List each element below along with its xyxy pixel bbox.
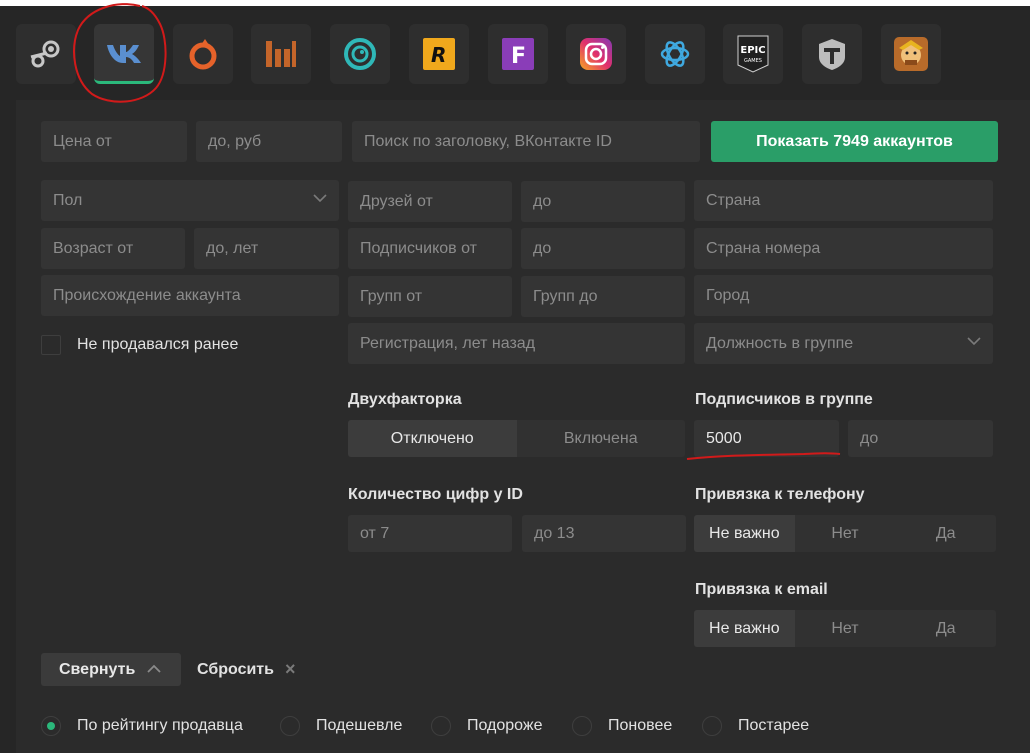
steam-icon	[29, 37, 63, 71]
age-to-input[interactable]: до, лет	[194, 228, 339, 269]
tab-instagram[interactable]	[566, 24, 626, 84]
two-factor-toggle: Отключено Включена	[348, 420, 685, 457]
two-factor-option-on[interactable]: Включена	[517, 420, 686, 457]
group-role-select[interactable]: Должность в группе	[694, 323, 993, 364]
sort-label-pricier: Подороже	[467, 717, 543, 734]
phone-link-label: Привязка к телефону	[695, 486, 865, 503]
sort-label-rating: По рейтингу продавца	[77, 717, 243, 734]
collapse-button-label: Свернуть	[59, 661, 136, 678]
id-digits-label: Количество цифр у ID	[348, 486, 523, 503]
registration-years-input[interactable]: Регистрация, лет назад	[348, 323, 685, 364]
phone-link-option-any[interactable]: Не важно	[694, 515, 795, 552]
chevron-down-icon	[967, 337, 981, 346]
not-sold-label: Не продавался ранее	[77, 336, 239, 353]
tab-battlenet[interactable]	[645, 24, 705, 84]
friends-from-input[interactable]: Друзей от	[348, 181, 512, 222]
rockstar-icon: R	[422, 37, 456, 71]
reset-button-label: Сбросить	[197, 661, 274, 678]
clash-of-clans-icon	[893, 36, 929, 72]
two-factor-label: Двухфакторка	[348, 391, 462, 408]
groups-to-input[interactable]: Групп до	[521, 276, 685, 317]
gender-select-label: Пол	[53, 192, 83, 209]
city-input[interactable]: Город	[694, 275, 993, 316]
email-link-option-any[interactable]: Не важно	[694, 610, 795, 647]
group-subscribers-to-input[interactable]: до	[848, 420, 993, 457]
sort-label-newer: Поновее	[608, 717, 673, 734]
group-role-select-label: Должность в группе	[706, 335, 854, 352]
fortnite-icon: F	[501, 37, 535, 71]
account-origin-input[interactable]: Происхождение аккаунта	[41, 275, 339, 316]
sort-radio-newer[interactable]	[572, 716, 592, 736]
friends-to-input[interactable]: до	[521, 181, 685, 222]
groups-from-input[interactable]: Групп от	[348, 276, 512, 317]
instagram-icon	[579, 37, 613, 71]
price-from-input[interactable]: Цена от	[41, 121, 187, 162]
vk-icon	[106, 42, 142, 64]
email-link-option-no[interactable]: Нет	[795, 610, 896, 647]
price-to-input[interactable]: до, руб	[196, 121, 342, 162]
tab-warface[interactable]	[251, 24, 311, 84]
svg-text:GAMES: GAMES	[744, 58, 762, 64]
chevron-up-icon	[147, 664, 161, 673]
platform-tabs: R F EPIC GAMES	[0, 6, 1030, 98]
search-input[interactable]: Поиск по заголовку, ВКонтакте ID	[352, 121, 700, 162]
id-digits-from-input[interactable]: от 7	[348, 515, 512, 552]
tab-world-of-tanks[interactable]	[802, 24, 862, 84]
svg-text:EPIC: EPIC	[740, 45, 765, 56]
not-sold-checkbox[interactable]	[41, 335, 61, 355]
phone-link-option-no[interactable]: Нет	[795, 515, 896, 552]
sort-label-cheaper: Подешевле	[316, 717, 403, 734]
sort-radio-cheaper[interactable]	[280, 716, 300, 736]
email-link-option-yes[interactable]: Да	[895, 610, 996, 647]
close-icon: ×	[285, 659, 296, 679]
svg-text:R: R	[431, 43, 446, 67]
group-subscribers-from-input[interactable]: 5000	[694, 420, 839, 457]
sort-label-older: Постарее	[738, 717, 810, 734]
id-digits-to-input[interactable]: до 13	[522, 515, 686, 552]
uplay-icon	[343, 37, 377, 71]
followers-to-input[interactable]: до	[521, 228, 685, 269]
tab-fortnite[interactable]: F	[488, 24, 548, 84]
tab-clash-of-clans[interactable]	[881, 24, 941, 84]
battlenet-icon	[658, 37, 692, 71]
tab-rockstar[interactable]: R	[409, 24, 469, 84]
phone-link-toggle: Не важно Нет Да	[694, 515, 996, 552]
svg-text:F: F	[511, 44, 526, 69]
reset-button[interactable]: Сбросить ×	[197, 653, 296, 686]
tab-origin[interactable]	[173, 24, 233, 84]
age-from-input[interactable]: Возраст от	[41, 228, 185, 269]
origin-icon	[187, 37, 219, 71]
email-link-label: Привязка к email	[695, 581, 828, 598]
show-accounts-button[interactable]: Показать 7949 аккаунтов	[711, 121, 998, 162]
two-factor-option-off[interactable]: Отключено	[348, 420, 517, 457]
phone-link-option-yes[interactable]: Да	[895, 515, 996, 552]
sort-radio-pricier[interactable]	[431, 716, 451, 736]
sort-radio-rating[interactable]	[41, 716, 61, 736]
tab-steam[interactable]	[16, 24, 76, 84]
followers-from-input[interactable]: Подписчиков от	[348, 228, 512, 269]
world-of-tanks-icon	[815, 37, 849, 71]
tab-uplay[interactable]	[330, 24, 390, 84]
email-link-toggle: Не важно Нет Да	[694, 610, 996, 647]
warface-icon	[264, 37, 298, 71]
sort-radio-older[interactable]	[702, 716, 722, 736]
tab-vk[interactable]	[94, 24, 154, 84]
country-input[interactable]: Страна	[694, 180, 993, 221]
gender-select[interactable]: Пол	[41, 180, 339, 221]
chevron-down-icon	[313, 194, 327, 203]
phone-country-input[interactable]: Страна номера	[694, 228, 993, 269]
collapse-button[interactable]: Свернуть	[41, 653, 181, 686]
group-subscribers-label: Подписчиков в группе	[695, 391, 873, 408]
tab-epic-games[interactable]: EPIC GAMES	[723, 24, 783, 84]
epic-games-icon: EPIC GAMES	[736, 35, 770, 73]
